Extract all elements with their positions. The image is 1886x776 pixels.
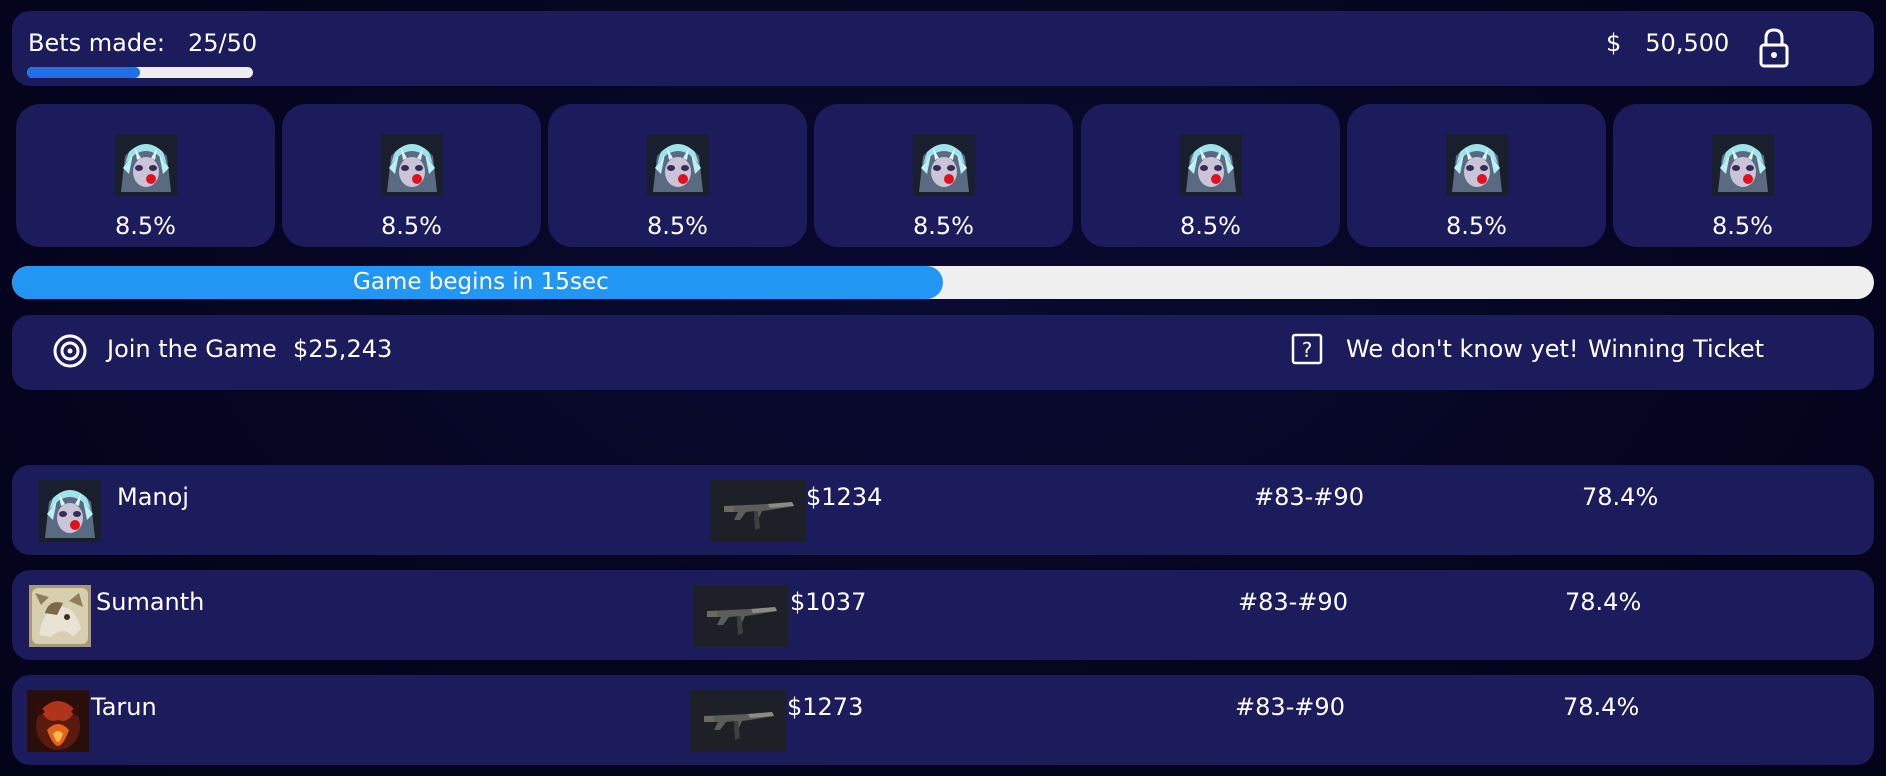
- character-avatar-icon: [913, 134, 975, 196]
- odds-percent: 8.5%: [1446, 212, 1507, 240]
- balance-value: 50,500: [1645, 29, 1730, 57]
- odds-card[interactable]: 8.5%: [548, 104, 807, 247]
- odds-percent: 8.5%: [115, 212, 176, 240]
- odds-percent: 8.5%: [647, 212, 708, 240]
- bets-progress-fill: [27, 67, 140, 78]
- countdown-bar: Game begins in 15sec: [12, 266, 1874, 299]
- bets-progress-bar: [27, 67, 253, 78]
- rifle-skin-icon: [710, 480, 806, 542]
- lock-icon[interactable]: [1757, 27, 1791, 69]
- player-avatar: [39, 480, 101, 542]
- target-icon[interactable]: [52, 333, 88, 369]
- player-name: Tarun: [91, 693, 157, 721]
- winning-ticket-label: Winning Ticket: [1588, 335, 1765, 363]
- player-avatar: [27, 690, 89, 752]
- odds-percent: 8.5%: [913, 212, 974, 240]
- top-bar: Bets made: 25/50 $50,500: [12, 11, 1874, 86]
- character-avatar-icon: [1180, 134, 1242, 196]
- bet-amount: $1273: [787, 693, 864, 721]
- bet-amount: $1037: [790, 588, 867, 616]
- character-avatar-icon: [1712, 134, 1774, 196]
- bets-made-label: Bets made:: [28, 29, 165, 57]
- character-avatar-icon: [115, 134, 177, 196]
- odds-percent: 8.5%: [1180, 212, 1241, 240]
- rifle-skin-icon: [693, 585, 789, 647]
- player-name: Sumanth: [96, 588, 205, 616]
- join-bar: Join the Game $25,243 ? We don't know ye…: [12, 315, 1874, 390]
- ticket-range: #83-#90: [1238, 588, 1348, 616]
- ticket-range: #83-#90: [1254, 483, 1364, 511]
- player-row[interactable]: Sumanth $1037 #83-#90 78.4%: [12, 570, 1874, 660]
- countdown-label: Game begins in 15sec: [353, 269, 609, 295]
- odds-card[interactable]: 8.5%: [1613, 104, 1872, 247]
- odds-card[interactable]: 8.5%: [814, 104, 1073, 247]
- odds-card[interactable]: 8.5%: [16, 104, 275, 247]
- ticket-range: #83-#90: [1235, 693, 1345, 721]
- character-avatar-icon: [1446, 134, 1508, 196]
- odds-percent: 8.5%: [381, 212, 442, 240]
- win-chance: 78.4%: [1563, 693, 1640, 721]
- odds-card[interactable]: 8.5%: [1347, 104, 1606, 247]
- character-avatar-icon: [381, 134, 443, 196]
- join-game-button[interactable]: Join the Game: [107, 335, 277, 363]
- player-name: Manoj: [117, 483, 189, 511]
- player-avatar: [29, 585, 91, 647]
- player-row[interactable]: Tarun $1273 #83-#90 78.4%: [12, 675, 1874, 765]
- win-chance: 78.4%: [1582, 483, 1659, 511]
- svg-text:?: ?: [1302, 338, 1313, 362]
- bet-amount: $1234: [806, 483, 883, 511]
- character-avatar-icon: [647, 134, 709, 196]
- odds-percent: 8.5%: [1712, 212, 1773, 240]
- bets-made-value: 25/50: [188, 29, 258, 57]
- pot-amount: $25,243: [293, 335, 393, 363]
- balance-display: $50,500: [1606, 29, 1729, 57]
- odds-card[interactable]: 8.5%: [282, 104, 541, 247]
- rifle-skin-icon: [690, 690, 786, 752]
- odds-card[interactable]: 8.5%: [1081, 104, 1340, 247]
- player-row[interactable]: Manoj $1234 #83-#90 78.4%: [12, 465, 1874, 555]
- winner-status: We don't know yet!: [1346, 335, 1579, 363]
- win-chance: 78.4%: [1565, 588, 1642, 616]
- currency-symbol: $: [1606, 29, 1622, 57]
- question-box-icon: ?: [1291, 333, 1323, 365]
